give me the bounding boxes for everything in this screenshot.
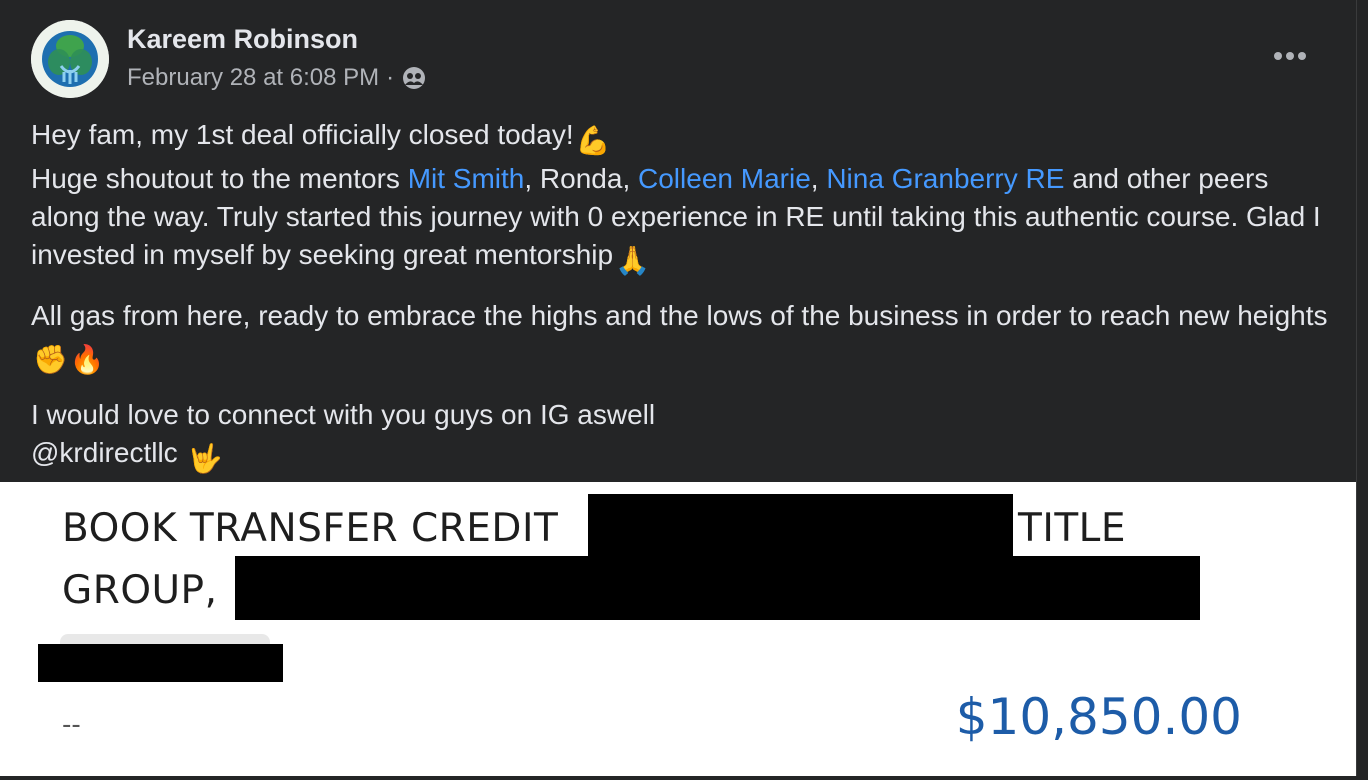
message-paragraph-2: All gas from here, ready to embrace the …: [31, 297, 1331, 379]
receipt-line-1-end: TITLE: [1018, 506, 1127, 551]
mention-link[interactable]: Nina Granberry RE: [826, 163, 1064, 194]
friends-icon[interactable]: [401, 65, 427, 91]
transfer-amount: $10,850.00: [955, 688, 1242, 746]
message-text: ,: [810, 163, 827, 194]
message-text: All gas from here, ready to embrace the …: [31, 300, 1328, 331]
message-paragraph-1: Hey fam, my 1st deal officially closed t…: [31, 116, 1331, 280]
receipt-line-1-start: BOOK TRANSFER CREDIT: [62, 506, 559, 551]
author-name[interactable]: Kareem Robinson: [127, 24, 358, 55]
post-image[interactable]: BOOK TRANSFER CREDIT TITLE GROUP, -- $10…: [0, 482, 1356, 776]
love-you-gesture-emoji: 🤟: [187, 443, 223, 474]
redaction-bar: [588, 494, 1013, 558]
avatar[interactable]: [31, 20, 109, 98]
redaction-bar: [38, 644, 283, 682]
message-text: I would love to connect with you guys on…: [31, 399, 656, 430]
post-timestamp[interactable]: February 28 at 6:08 PM: [127, 64, 379, 92]
receipt-dash: --: [62, 710, 81, 740]
flexed-biceps-emoji: 💪: [575, 125, 611, 156]
message-paragraph-3: I would love to connect with you guys on…: [31, 396, 1331, 478]
instagram-handle: @krdirectllc: [31, 437, 186, 468]
raised-fist-emoji: ✊: [33, 344, 68, 375]
receipt-line-2-start: GROUP,: [62, 568, 218, 613]
avatar-logo: [31, 20, 109, 98]
meta-separator: ·: [386, 64, 395, 91]
mention-link[interactable]: Colleen Marie: [638, 163, 811, 194]
message-text: Hey fam, my 1st deal officially closed t…: [31, 119, 574, 150]
post-card: Kareem Robinson February 28 at 6:08 PM ·…: [0, 0, 1357, 776]
more-icon: [1274, 52, 1306, 60]
redaction-bar: [235, 556, 1200, 620]
post-meta: February 28 at 6:08 PM ·: [127, 64, 427, 92]
message-text: , Ronda,: [524, 163, 639, 194]
fire-emoji: 🔥: [69, 344, 105, 375]
message-text: Huge shoutout to the mentors: [31, 163, 408, 194]
screenshot-frame: Kareem Robinson February 28 at 6:08 PM ·…: [0, 0, 1368, 780]
folded-hands-emoji: 🙏: [615, 245, 650, 276]
mention-link[interactable]: Mit Smith: [408, 163, 525, 194]
post-message: Hey fam, my 1st deal officially closed t…: [31, 116, 1331, 495]
more-options-button[interactable]: [1262, 36, 1318, 76]
